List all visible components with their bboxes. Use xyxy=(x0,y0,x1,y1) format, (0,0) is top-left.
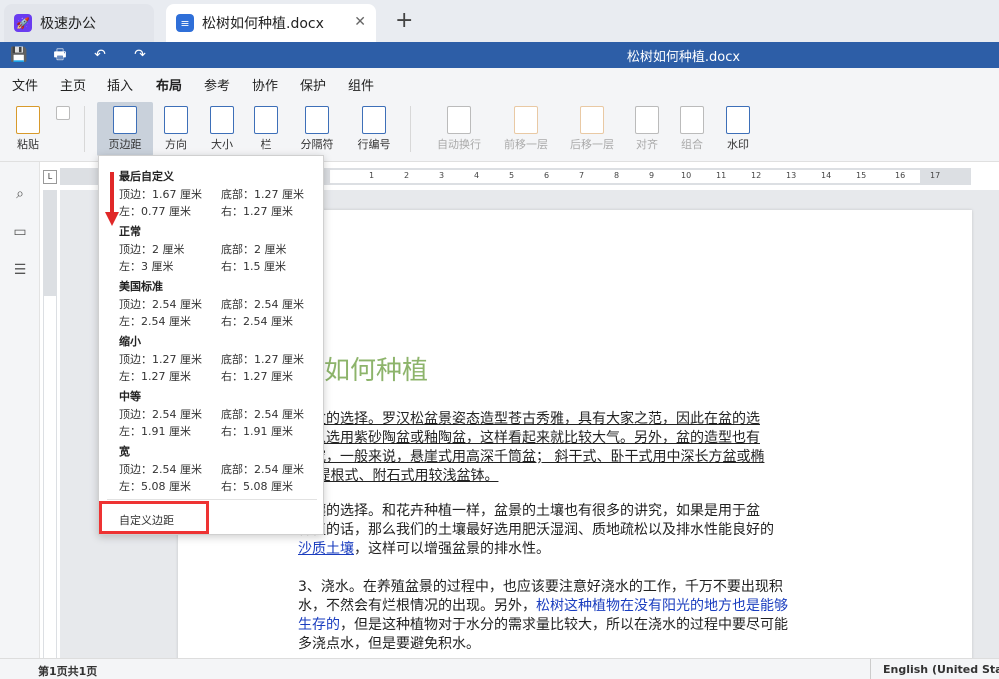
ruler-text-area xyxy=(330,170,920,183)
menu-divider xyxy=(107,499,317,500)
page-counter: 第1页共1页 xyxy=(38,665,98,678)
page-size-icon xyxy=(210,106,234,134)
wrap-text-button[interactable]: 自动换行 xyxy=(430,102,488,156)
margins-dropdown: 最后自定义 顶边：1.67 厘米 底部：1.27 厘米 左：0.77 厘米 右：1.… xyxy=(98,155,324,535)
send-backward-button[interactable]: 后移一层 xyxy=(563,102,621,156)
tab-app-home[interactable]: 🚀 极速办公 xyxy=(4,4,154,42)
line-numbers-icon xyxy=(362,106,386,134)
margin-preset-us-standard[interactable]: 美国标准 顶边：2.54 厘米 底部：2.54 厘米 左：2.54 厘米 右：2.5… xyxy=(119,278,323,329)
navigation-icon[interactable]: ☰ xyxy=(11,262,29,280)
margin-preset-last-custom[interactable]: 最后自定义 顶边：1.67 厘米 底部：1.27 厘米 左：0.77 厘米 右：1.… xyxy=(119,168,323,219)
title-bar: 💾 🖶 ↶ ↷ 松树如何种植.docx xyxy=(0,42,999,68)
paste-button[interactable]: 粘贴 xyxy=(10,102,46,156)
left-sidebar: ⌕ ▭ ☰ xyxy=(0,162,40,658)
close-icon[interactable]: ✕ xyxy=(354,14,366,30)
ruler-number: 17 xyxy=(930,171,941,180)
menu-layout[interactable]: 布局 xyxy=(153,75,185,98)
margins-button[interactable]: 页边距 xyxy=(97,102,153,156)
menu-references[interactable]: 参考 xyxy=(204,75,230,94)
size-button[interactable]: 大小 xyxy=(203,102,241,156)
margin-preset-normal[interactable]: 正常 顶边：2 厘米 底部：2 厘米 左：3 厘米 右：1.5 厘米 xyxy=(119,223,323,274)
menu-bar: 文件 主页 插入 布局 参考 协作 保护 组件 xyxy=(0,68,999,98)
ribbon-separator xyxy=(410,106,411,152)
comment-icon[interactable]: ▭ xyxy=(11,224,29,242)
menu-collaborate[interactable]: 协作 xyxy=(252,75,278,94)
status-bar: 第1页共1页 English (United States) xyxy=(0,658,999,679)
margin-preset-moderate[interactable]: 中等 顶边：2.54 厘米 底部：2.54 厘米 左：1.91 厘米 右：1.91 … xyxy=(119,388,323,439)
ruler-number: 5 xyxy=(509,171,515,180)
tab-document[interactable]: ≡ 松树如何种植.docx ✕ xyxy=(166,4,376,42)
link-text[interactable]: 松树这种植物在没有阳光的地方也是能够 xyxy=(536,598,788,614)
line-numbers-button[interactable]: 行编号 xyxy=(350,102,398,156)
watermark-button[interactable]: 水印 xyxy=(719,102,757,156)
copy-format-button[interactable] xyxy=(52,102,74,156)
ruler-number: 9 xyxy=(649,171,655,180)
document-icon: ≡ xyxy=(176,14,194,32)
menu-home[interactable]: 主页 xyxy=(60,75,86,94)
ruler-number: 7 xyxy=(579,171,585,180)
ruler-number: 13 xyxy=(786,171,797,180)
tab-label: 松树如何种植.docx xyxy=(202,16,324,32)
ruler-number: 1 xyxy=(369,171,375,180)
menu-plugins[interactable]: 组件 xyxy=(348,75,374,94)
menu-file[interactable]: 文件 xyxy=(12,75,38,94)
margins-icon xyxy=(113,106,137,134)
vertical-ruler[interactable] xyxy=(43,190,57,658)
tab-label: 极速办公 xyxy=(40,16,96,32)
paragraph-3: 3、浇水。在养殖盆景的过程中，也应该要注意好浇水的工作，千万不要出现积 水，不然… xyxy=(298,579,788,652)
group-icon xyxy=(680,106,704,134)
paragraph-1: 花盆的选择。罗汉松盆景姿态造型苍古秀雅，具有大家之范，因此在盆的选 可以选用紫砂… xyxy=(298,411,765,484)
orientation-button[interactable]: 方向 xyxy=(157,102,195,156)
ruler-number: 14 xyxy=(821,171,832,180)
bring-forward-button[interactable]: 前移一层 xyxy=(497,102,555,156)
bring-forward-icon xyxy=(514,106,538,134)
ruler-number: 3 xyxy=(439,171,445,180)
ruler-number: 10 xyxy=(681,171,692,180)
align-button[interactable]: 对齐 xyxy=(630,102,664,156)
ribbon-toolbar: 粘贴 页边距 方向 大小 栏 分隔符 行编号 自动换行 前移一层 后移一层 对齐… xyxy=(0,96,999,162)
link-text[interactable]: 生存的 xyxy=(298,617,340,633)
align-icon xyxy=(635,106,659,134)
copy-icon xyxy=(56,106,70,120)
ruler-number: 16 xyxy=(895,171,906,180)
group-button[interactable]: 组合 xyxy=(674,102,710,156)
send-backward-icon xyxy=(580,106,604,134)
columns-button[interactable]: 栏 xyxy=(248,102,284,156)
ruler-number: 4 xyxy=(474,171,480,180)
app-logo-icon: 🚀 xyxy=(14,14,32,32)
tab-stop-selector[interactable]: L xyxy=(43,170,57,184)
columns-icon xyxy=(254,106,278,134)
menu-protect[interactable]: 保护 xyxy=(300,75,326,94)
margin-preset-narrow[interactable]: 缩小 顶边：1.27 厘米 底部：1.27 厘米 左：1.27 厘米 右：1.27 … xyxy=(119,333,323,384)
ruler-text-area xyxy=(44,296,56,658)
paragraph-2: 土壤的选择。和花卉种植一样，盆景的土壤也有很多的讲究，如果是用于盆 种植的话，那… xyxy=(298,503,774,557)
language-selector[interactable]: English (United States) xyxy=(870,659,999,679)
document-title: 松树如何种植.docx xyxy=(626,50,741,65)
breaks-icon xyxy=(305,106,329,134)
tab-bar: 🚀 极速办公 ≡ 松树如何种植.docx ✕ + xyxy=(0,0,999,42)
watermark-icon xyxy=(726,106,750,134)
orientation-icon xyxy=(164,106,188,134)
paste-icon xyxy=(16,106,40,134)
link-text[interactable]: 沙质土壤 xyxy=(298,541,354,557)
ruler-number: 2 xyxy=(404,171,410,180)
margin-preset-wide[interactable]: 宽 顶边：2.54 厘米 底部：2.54 厘米 左：5.08 厘米 右：5.08 厘… xyxy=(119,443,323,494)
new-tab-button[interactable]: + xyxy=(395,8,413,33)
wrap-text-icon xyxy=(447,106,471,134)
breaks-button[interactable]: 分隔符 xyxy=(293,102,341,156)
arrow-annotation xyxy=(105,172,119,226)
ruler-number: 15 xyxy=(856,171,867,180)
ruler-number: 12 xyxy=(751,171,762,180)
search-icon[interactable]: ⌕ xyxy=(11,186,29,204)
custom-margins-button[interactable]: 自定义边距 xyxy=(99,501,209,534)
ribbon-separator xyxy=(84,106,85,152)
ruler-number: 8 xyxy=(614,171,620,180)
ruler-number: 11 xyxy=(716,171,727,180)
ruler-number: 6 xyxy=(544,171,550,180)
menu-insert[interactable]: 插入 xyxy=(107,75,133,94)
